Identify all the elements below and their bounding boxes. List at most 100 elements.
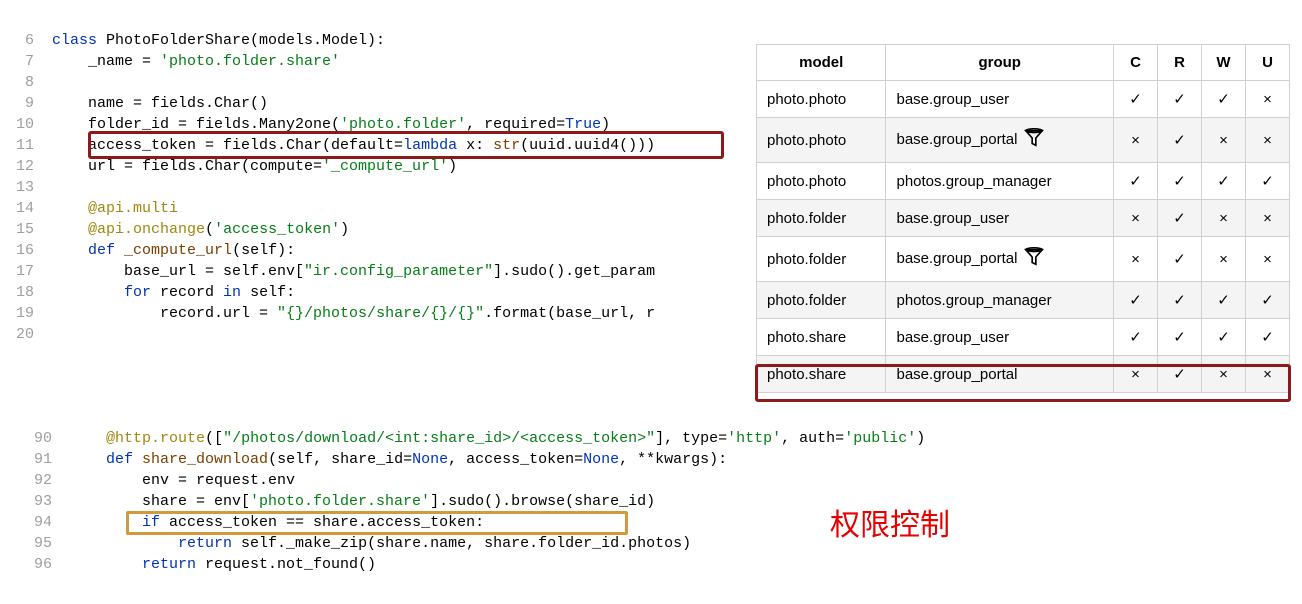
cell-r: ✓: [1158, 237, 1202, 282]
funnel-icon: [1023, 127, 1045, 153]
cell-c: ✓: [1114, 81, 1158, 118]
line-number: 16: [8, 240, 34, 261]
code-line: name = fields.Char(): [52, 93, 655, 114]
line-number: 20: [8, 324, 34, 345]
code-line: access_token = fields.Char(default=lambd…: [52, 135, 655, 156]
cell-u: ✓: [1246, 319, 1290, 356]
table-row: photo.sharebase.group_user✓✓✓✓: [757, 319, 1290, 356]
cell-c: ✓: [1114, 163, 1158, 200]
line-number: 95: [18, 533, 52, 554]
th-c: C: [1114, 45, 1158, 81]
code-line: return request.not_found(): [70, 554, 925, 575]
code-line: class PhotoFolderShare(models.Model):: [52, 30, 655, 51]
code-line: def _compute_url(self):: [52, 240, 655, 261]
line-number: 94: [18, 512, 52, 533]
table-row: photo.sharebase.group_portal×✓××: [757, 356, 1290, 393]
cell-c: ✓: [1114, 282, 1158, 319]
cell-w: ×: [1202, 200, 1246, 237]
code-block-model: 67891011121314151617181920 class PhotoFo…: [8, 30, 655, 345]
line-number: 17: [8, 261, 34, 282]
code-line: for record in self:: [52, 282, 655, 303]
line-number: 91: [18, 449, 52, 470]
cell-model: photo.photo: [757, 163, 886, 200]
cell-u: ×: [1246, 81, 1290, 118]
code-line: share = env['photo.folder.share'].sudo()…: [70, 491, 925, 512]
line-number: 18: [8, 282, 34, 303]
code-line: [52, 177, 655, 198]
table-row: photo.photobase.group_portal×✓××: [757, 118, 1290, 163]
cell-r: ✓: [1158, 163, 1202, 200]
line-number: 10: [8, 114, 34, 135]
code-line: url = fields.Char(compute='_compute_url'…: [52, 156, 655, 177]
cell-c: ×: [1114, 200, 1158, 237]
cell-w: ✓: [1202, 282, 1246, 319]
cell-group: base.group_user: [886, 319, 1114, 356]
code-line: [52, 324, 655, 345]
line-number: 6: [8, 30, 34, 51]
cell-w: ×: [1202, 356, 1246, 393]
cell-group: photos.group_manager: [886, 282, 1114, 319]
cell-u: ×: [1246, 118, 1290, 163]
code-block-route: 90919293949596 @http.route(["/photos/dow…: [18, 428, 925, 575]
cell-model: photo.share: [757, 356, 886, 393]
cell-model: photo.share: [757, 319, 886, 356]
cell-w: ✓: [1202, 319, 1246, 356]
cell-w: ×: [1202, 118, 1246, 163]
line-number: 11: [8, 135, 34, 156]
th-u: U: [1246, 45, 1290, 81]
code-line: [52, 72, 655, 93]
line-number-gutter: 67891011121314151617181920: [8, 30, 52, 345]
line-number: 19: [8, 303, 34, 324]
permissions-table: model group C R W U photo.photobase.grou…: [756, 44, 1290, 393]
cell-model: photo.folder: [757, 282, 886, 319]
table-row: photo.photobase.group_user✓✓✓×: [757, 81, 1290, 118]
code-line: @api.onchange('access_token'): [52, 219, 655, 240]
cell-model: photo.folder: [757, 237, 886, 282]
code-line: @http.route(["/photos/download/<int:shar…: [70, 428, 925, 449]
cell-r: ✓: [1158, 81, 1202, 118]
line-number: 14: [8, 198, 34, 219]
table-header-row: model group C R W U: [757, 45, 1290, 81]
cell-c: ✓: [1114, 319, 1158, 356]
cell-r: ✓: [1158, 319, 1202, 356]
line-number: 93: [18, 491, 52, 512]
code-line: base_url = self.env["ir.config_parameter…: [52, 261, 655, 282]
cell-w: ✓: [1202, 163, 1246, 200]
th-w: W: [1202, 45, 1246, 81]
funnel-icon: [1023, 246, 1045, 272]
code-line: if access_token == share.access_token:: [70, 512, 925, 533]
cell-u: ×: [1246, 237, 1290, 282]
line-number: 13: [8, 177, 34, 198]
cell-group: base.group_user: [886, 200, 1114, 237]
table-row: photo.folderbase.group_portal×✓××: [757, 237, 1290, 282]
cell-c: ×: [1114, 237, 1158, 282]
line-number: 12: [8, 156, 34, 177]
cell-u: ✓: [1246, 163, 1290, 200]
code-line: _name = 'photo.folder.share': [52, 51, 655, 72]
code-line: folder_id = fields.Many2one('photo.folde…: [52, 114, 655, 135]
cell-w: ✓: [1202, 81, 1246, 118]
cell-model: photo.photo: [757, 118, 886, 163]
cell-group: photos.group_manager: [886, 163, 1114, 200]
code-line: return self._make_zip(share.name, share.…: [70, 533, 925, 554]
line-number: 7: [8, 51, 34, 72]
cell-model: photo.folder: [757, 200, 886, 237]
cell-r: ✓: [1158, 200, 1202, 237]
table-row: photo.folderbase.group_user×✓××: [757, 200, 1290, 237]
code-line: record.url = "{}/photos/share/{}/{}".for…: [52, 303, 655, 324]
line-number: 90: [18, 428, 52, 449]
cell-r: ✓: [1158, 118, 1202, 163]
line-number: 9: [8, 93, 34, 114]
th-r: R: [1158, 45, 1202, 81]
line-number: 15: [8, 219, 34, 240]
line-number-gutter: 90919293949596: [18, 428, 70, 575]
line-number: 96: [18, 554, 52, 575]
code-content-bottom: @http.route(["/photos/download/<int:shar…: [70, 428, 925, 575]
cell-u: ×: [1246, 200, 1290, 237]
cell-r: ✓: [1158, 282, 1202, 319]
code-line: env = request.env: [70, 470, 925, 491]
cell-r: ✓: [1158, 356, 1202, 393]
code-line: def share_download(self, share_id=None, …: [70, 449, 925, 470]
table-row: photo.folderphotos.group_manager✓✓✓✓: [757, 282, 1290, 319]
cell-group: base.group_portal: [886, 118, 1114, 163]
